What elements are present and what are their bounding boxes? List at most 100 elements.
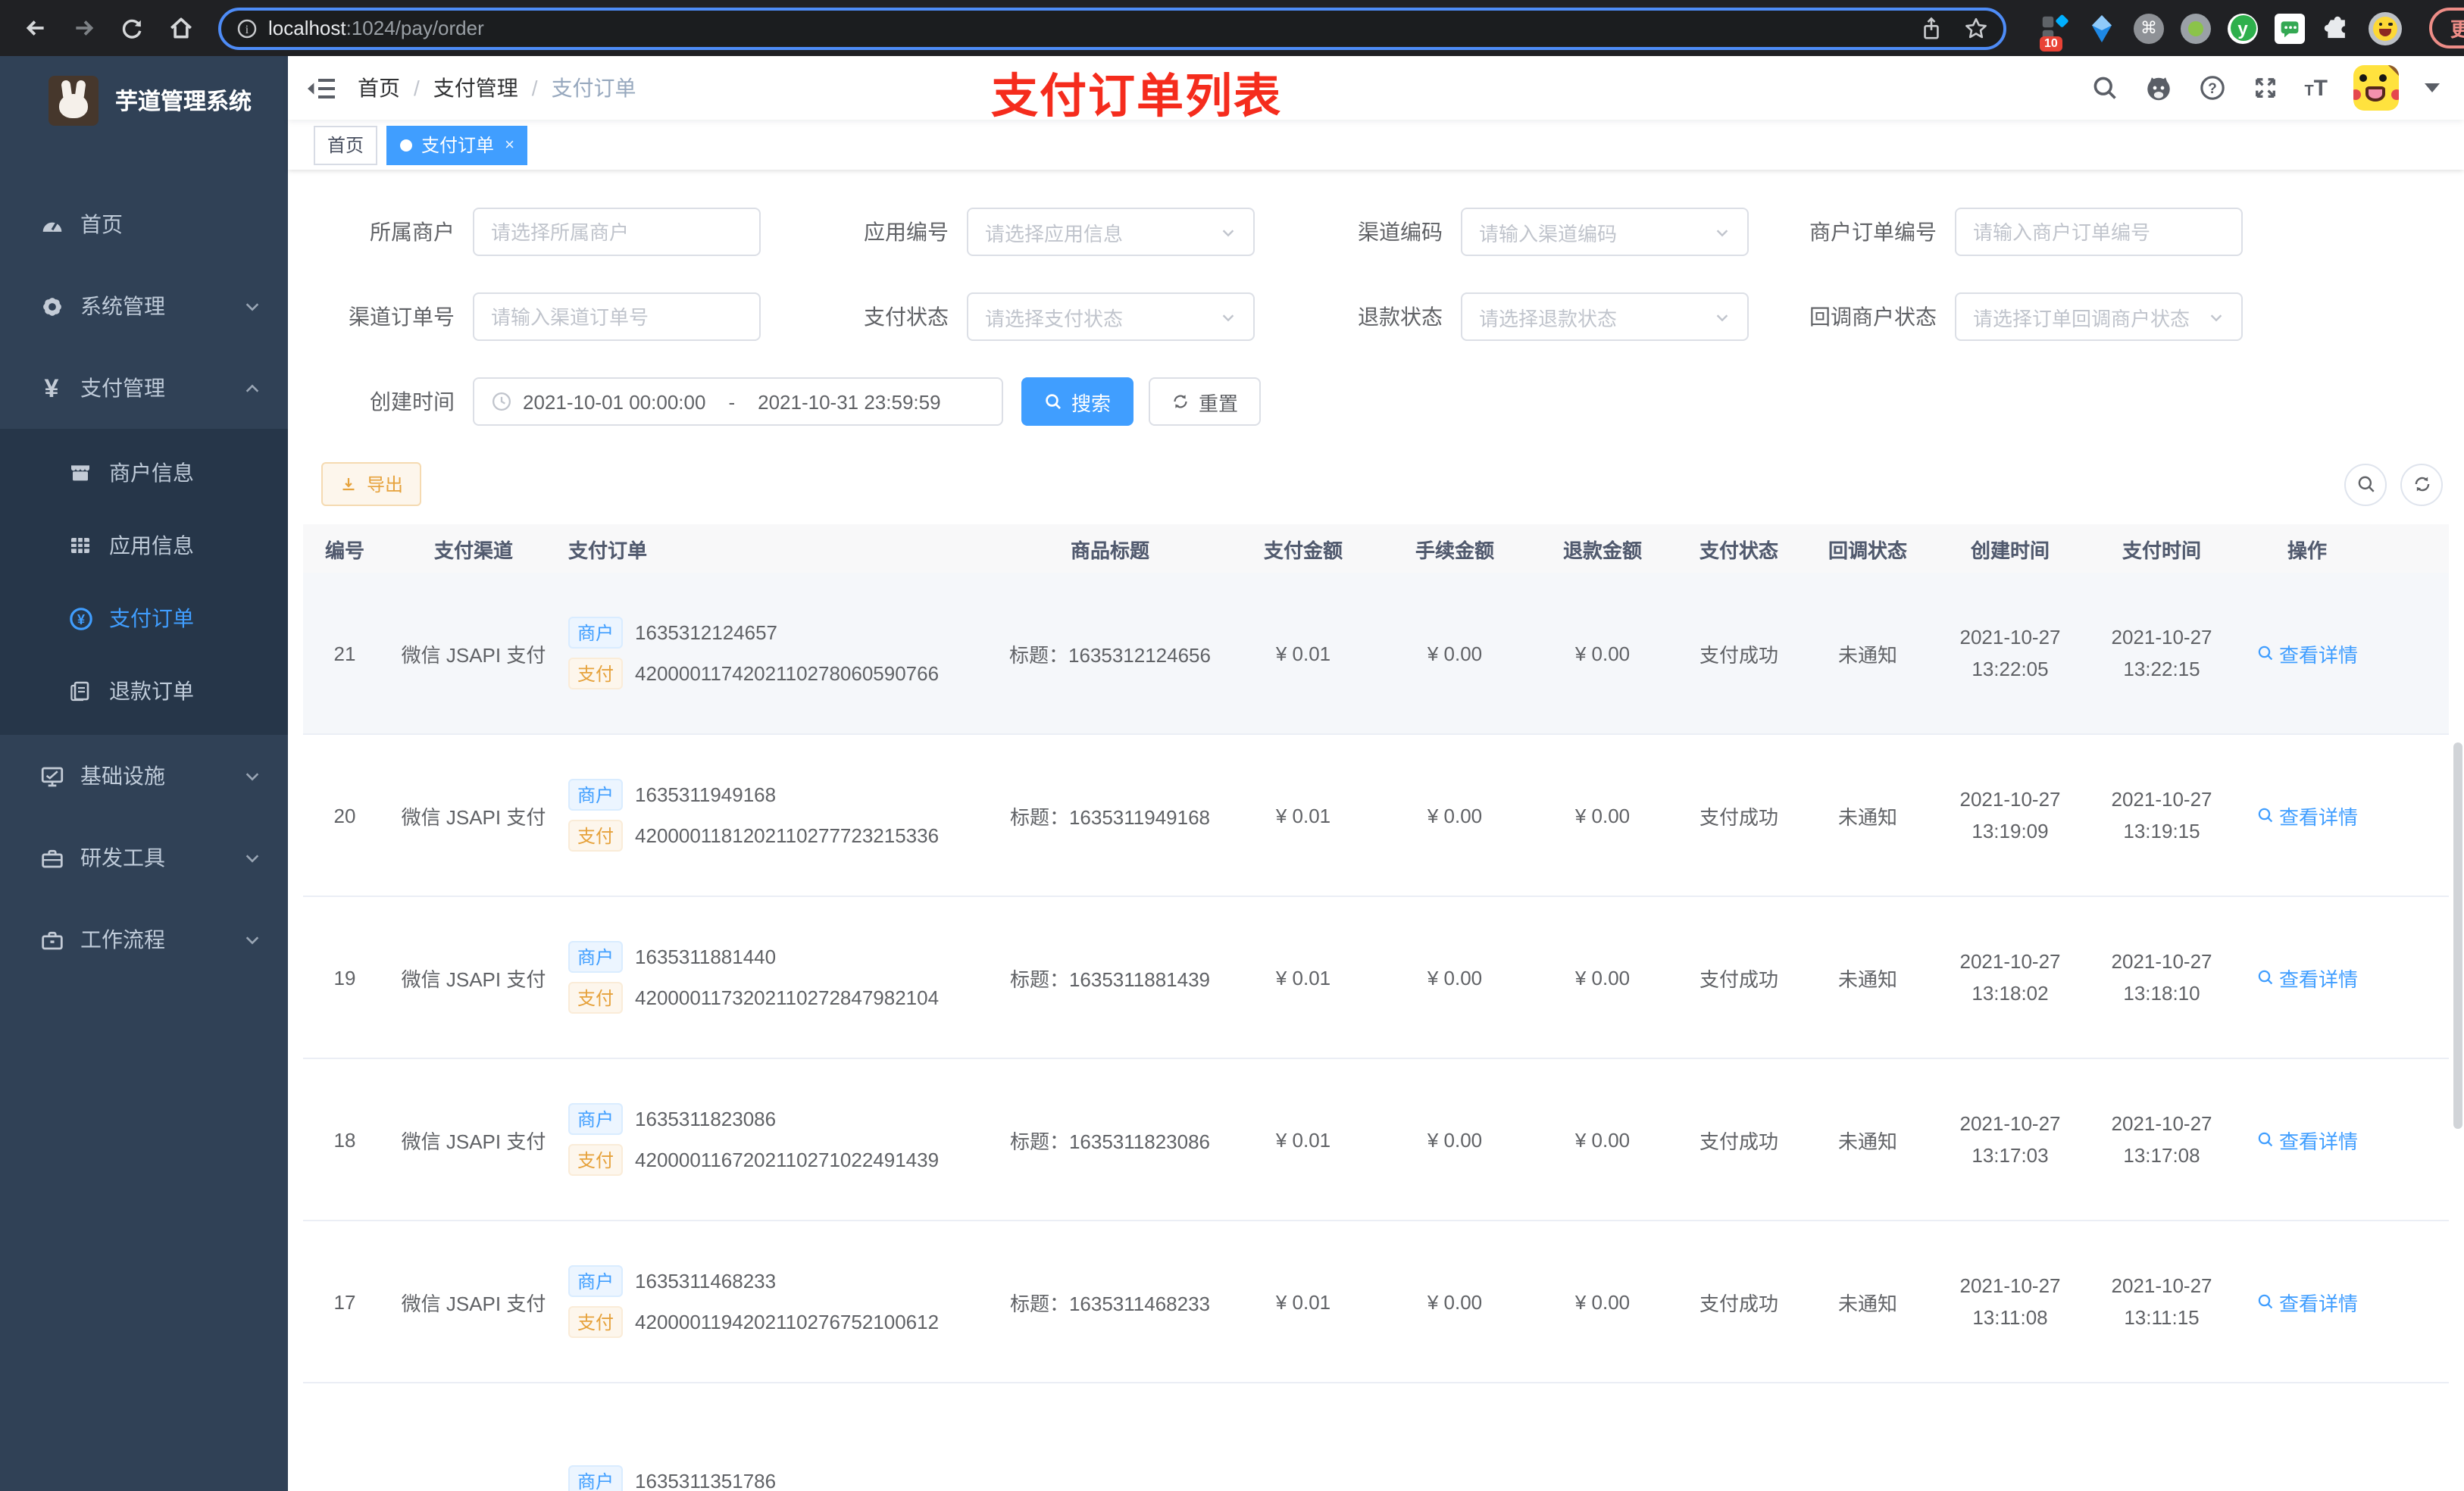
table-cell: 未通知: [1837, 1292, 1897, 1314]
extension-record-icon[interactable]: [2181, 13, 2211, 43]
tag-home[interactable]: 首页: [314, 125, 378, 164]
extension-chat-icon[interactable]: [2275, 13, 2305, 43]
export-button[interactable]: 导出: [321, 462, 422, 506]
help-icon[interactable]: ?: [2198, 74, 2225, 102]
sidebar: 芋道管理系统 首页 系统管理 ¥ 支付管理 商户信息 应用信息 ¥ 支付订单 退…: [0, 56, 288, 1491]
breadcrumb-pay-mgmt[interactable]: 支付管理: [433, 73, 518, 103]
channel-order-no-input[interactable]: [491, 305, 743, 328]
column-header: 手续金额: [1415, 539, 1494, 561]
order-number: 4200001167202110271022491439: [635, 1149, 940, 1171]
search-button[interactable]: 搜索: [1021, 377, 1134, 426]
show-search-toggle-button[interactable]: [2344, 463, 2387, 505]
sidebar-item-pay-order[interactable]: ¥ 支付订单: [0, 582, 288, 655]
browser-back-icon[interactable]: [15, 8, 55, 48]
table-cell: 微信 JSAPI 支付: [401, 1130, 546, 1152]
create-time-range-picker[interactable]: 2021-10-01 00:00:00 - 2021-10-31 23:59:5…: [473, 377, 1003, 426]
table-row[interactable]: 20 微信 JSAPI 支付 商户 1635311949168 支付 4200001181…: [303, 735, 2449, 897]
order-no-line: 支付 4200001173202110272847982104: [568, 982, 985, 1014]
table-row[interactable]: 17 微信 JSAPI 支付 商户 1635311468233 支付 4200001194…: [303, 1221, 2449, 1383]
fullscreen-icon[interactable]: [2251, 74, 2278, 102]
sidebar-item-infra[interactable]: 基础设施: [0, 735, 288, 817]
merchant-select[interactable]: [473, 208, 761, 256]
view-detail-link[interactable]: 查看详情: [2256, 963, 2358, 992]
merchant-tag: 商户: [568, 617, 624, 649]
table-cell: 2021-10-27 13:22:05: [1959, 625, 2061, 680]
share-icon[interactable]: [1920, 16, 1943, 40]
merchant-order-no-input[interactable]: [1973, 220, 2225, 243]
table-toolbar: 导出: [321, 462, 2443, 506]
toolbox-icon: [36, 845, 67, 871]
avatar-caret-icon[interactable]: [2425, 83, 2440, 92]
app-logo[interactable]: 芋道管理系统: [0, 56, 288, 144]
table-cell: 20: [333, 804, 356, 827]
extension-grid-icon[interactable]: 10: [2040, 13, 2070, 51]
chevron-down-icon: [1714, 308, 1731, 325]
browser-update-button[interactable]: 更新 ⋮: [2429, 8, 2464, 48]
merchant-order-no-field[interactable]: [1955, 208, 2243, 256]
table-cell: 标题：1635311881439: [1009, 967, 1211, 990]
tag-pay-order[interactable]: 支付订单 ×: [386, 125, 528, 164]
gear-icon: [36, 293, 67, 319]
search-icon[interactable]: [2090, 74, 2118, 102]
extension-kite-icon[interactable]: [2087, 13, 2117, 43]
site-info-icon[interactable]: i: [236, 17, 258, 39]
extension-y-icon[interactable]: y: [2228, 13, 2258, 43]
briefcase-icon: [36, 927, 67, 952]
channel-code-select[interactable]: 请输入渠道编码: [1461, 208, 1749, 256]
page-scrollbar[interactable]: [2453, 742, 2462, 1129]
app-id-select[interactable]: 请选择应用信息: [967, 208, 1255, 256]
view-detail-link[interactable]: 查看详情: [2256, 801, 2358, 830]
browser-home-icon[interactable]: [161, 8, 200, 48]
merchant-input[interactable]: [491, 220, 743, 243]
pay-status-select[interactable]: 请选择支付状态: [967, 292, 1255, 341]
reset-button[interactable]: 重置: [1149, 377, 1262, 426]
github-icon[interactable]: [2143, 73, 2172, 102]
refresh-button[interactable]: [2400, 463, 2443, 505]
breadcrumb-home[interactable]: 首页: [358, 73, 400, 103]
table-cell: 商户 1635311823086 支付 42000011672021102710224…: [561, 1094, 993, 1185]
sidebar-item-merchant-info[interactable]: 商户信息: [0, 436, 288, 509]
extension-emoji-icon[interactable]: [2369, 11, 2402, 45]
table-cell: ¥ 0.00: [1574, 642, 1631, 664]
filter-label: 应用编号: [864, 220, 949, 244]
chevron-down-icon: [244, 298, 261, 314]
view-detail-link[interactable]: 查看详情: [2256, 639, 2358, 667]
table-row[interactable]: 18 微信 JSAPI 支付 商户 1635311823086 支付 4200001167…: [303, 1059, 2449, 1221]
table-row[interactable]: 19 微信 JSAPI 支付 商户 1635311881440 支付 4200001173…: [303, 897, 2449, 1059]
table-cell: 查看详情: [2235, 801, 2379, 830]
column-header: 回调状态: [1828, 539, 1907, 561]
table-row[interactable]: 21 微信 JSAPI 支付 商户 1635312124657 支付 4200001174…: [303, 573, 2449, 735]
sidebar-item-workflow[interactable]: 工作流程: [0, 899, 288, 980]
view-detail-link[interactable]: 查看详情: [2256, 1287, 2358, 1316]
tag-close-icon[interactable]: ×: [505, 136, 514, 154]
channel-order-no-field[interactable]: [473, 292, 761, 341]
chevron-down-icon: [1220, 223, 1237, 240]
notify-status-select[interactable]: 请选择订单回调商户状态: [1955, 292, 2243, 341]
extension-puzzle-icon[interactable]: [2322, 13, 2352, 43]
filter-label: 渠道订单号: [349, 305, 455, 329]
sidebar-item-dev-tools[interactable]: 研发工具: [0, 817, 288, 899]
bookmark-star-icon[interactable]: [1964, 16, 1988, 40]
column-header: 创建时间: [1970, 539, 2050, 561]
refund-status-select[interactable]: 请选择退款状态: [1461, 292, 1749, 341]
font-size-icon[interactable]: TT: [2304, 77, 2328, 99]
sidebar-item-system[interactable]: 系统管理: [0, 265, 288, 347]
page-title-annotation: 支付订单列表: [991, 70, 1282, 123]
browser-reload-icon[interactable]: [112, 8, 152, 48]
sidebar-item-home[interactable]: 首页: [0, 183, 288, 265]
sidebar-item-label: 支付订单: [109, 606, 194, 630]
extension-command-icon[interactable]: ⌘: [2134, 13, 2164, 43]
table-cell: 2021-10-27 13:18:10: [2111, 949, 2212, 1005]
sidebar-item-refund-order[interactable]: 退款订单: [0, 655, 288, 727]
order-number: 4200001194202110276752100612: [635, 1311, 940, 1333]
table-cell: 支付成功: [1699, 1130, 1778, 1152]
sidebar-item-payment[interactable]: ¥ 支付管理: [0, 347, 288, 429]
avatar[interactable]: [2353, 65, 2399, 111]
sidebar-fold-icon[interactable]: [306, 75, 336, 101]
sidebar-item-app-info[interactable]: 应用信息: [0, 509, 288, 582]
order-no-line: 商户 1635312124657: [568, 617, 985, 649]
url-bar[interactable]: i localhost:1024/pay/order: [218, 7, 2006, 49]
merchant-tag: 商户: [568, 779, 624, 811]
browser-forward-icon[interactable]: [64, 8, 103, 48]
view-detail-link[interactable]: 查看详情: [2256, 1125, 2358, 1154]
